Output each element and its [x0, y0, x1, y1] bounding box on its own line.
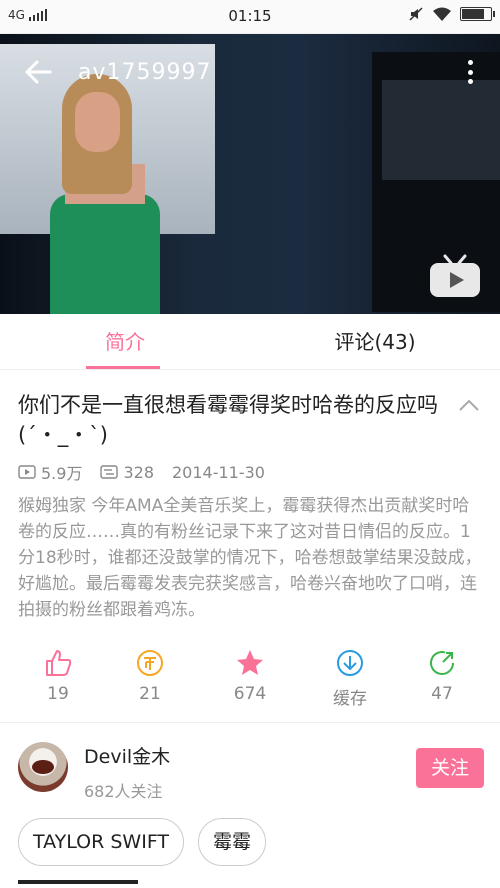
- tag-chip[interactable]: TAYLOR SWIFT: [18, 818, 185, 866]
- video-description: 猴姆独家 今年AMA全美音乐奖上，霉霉获得杰出贡献奖时哈卷的反应……真的有粉丝记…: [18, 496, 482, 620]
- danmaku-icon: [100, 465, 119, 479]
- favorite-count: 674: [233, 684, 267, 704]
- tag-list: TAYLOR SWIFT 霉霉: [18, 818, 267, 866]
- status-icons: [408, 6, 495, 22]
- follow-button[interactable]: 关注: [416, 748, 484, 788]
- detail-tabs: 简介 评论(43): [0, 314, 500, 370]
- play-count-icon: [18, 465, 36, 479]
- video-person: [50, 74, 170, 314]
- video-title: 你们不是一直很想看霉霉得奖时哈卷的反应吗(´・_・`): [18, 393, 438, 447]
- danmaku-count: 328: [100, 463, 154, 482]
- back-arrow-icon[interactable]: [24, 58, 52, 86]
- cache-button[interactable]: 缓存: [310, 648, 390, 709]
- tv-play-icon[interactable]: [428, 254, 482, 300]
- video-player[interactable]: av1759997: [0, 34, 500, 314]
- download-icon: [337, 650, 363, 676]
- uploader-followers: 682人关注: [84, 782, 163, 801]
- mute-icon: [409, 7, 423, 21]
- chevron-up-icon[interactable]: [458, 398, 480, 412]
- favorite-button[interactable]: 674: [210, 648, 290, 704]
- share-button[interactable]: 47: [402, 648, 482, 704]
- danmaku-count-value: 328: [123, 462, 154, 482]
- coin-count: 21: [139, 684, 161, 704]
- battery-icon: [460, 7, 495, 21]
- status-bar: 4G 01:15: [0, 0, 500, 34]
- play-count-value: 5.9万: [41, 464, 83, 483]
- like-button[interactable]: 19: [18, 648, 98, 704]
- publish-date-value: 2014-11-30: [172, 462, 265, 482]
- tab-comments[interactable]: 评论(43): [250, 314, 500, 370]
- video-stats: 5.9万 328 2014-11-30: [18, 460, 283, 484]
- tag-chip[interactable]: 霉霉: [198, 818, 267, 866]
- divider: [0, 722, 500, 723]
- action-bar: 19 21 674 缓存 47: [0, 648, 500, 716]
- share-icon: [430, 650, 454, 675]
- thumbs-up-icon: [46, 650, 72, 676]
- avatar[interactable]: [18, 742, 68, 792]
- coin-icon: [137, 650, 163, 676]
- uploader-name[interactable]: Devil金木: [84, 742, 170, 769]
- publish-date: 2014-11-30: [172, 463, 265, 482]
- tab-intro[interactable]: 简介: [0, 314, 250, 370]
- coin-button[interactable]: 21: [110, 648, 190, 704]
- partial-row-edge: [18, 880, 138, 884]
- more-options-icon[interactable]: [468, 60, 474, 84]
- video-id-title: av1759997: [78, 60, 212, 85]
- cache-label: 缓存: [333, 689, 367, 709]
- share-count: 47: [431, 684, 453, 704]
- star-icon: [237, 650, 263, 675]
- uploader-card: Devil金木 682人关注 关注: [0, 734, 500, 804]
- wifi-icon: [433, 7, 451, 21]
- active-tab-indicator: [86, 366, 160, 369]
- like-count: 19: [47, 684, 69, 704]
- play-count: 5.9万: [18, 460, 82, 484]
